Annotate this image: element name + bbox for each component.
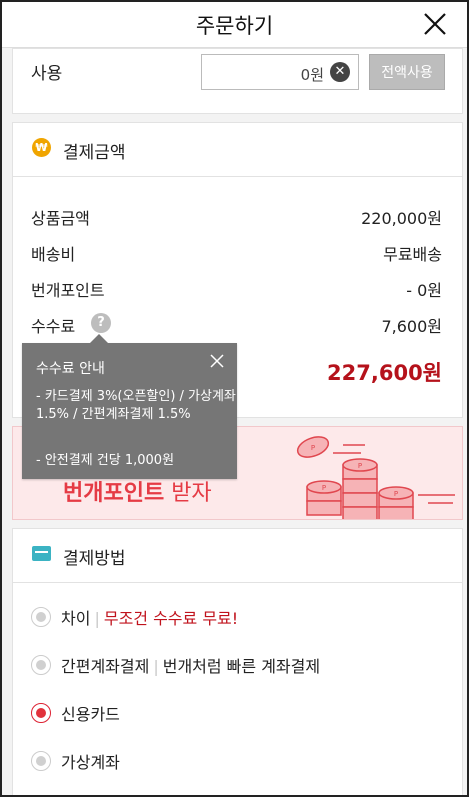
total-amount: 227,600원 [327, 361, 442, 385]
banner-text-bold: 번개포인트 [63, 481, 165, 506]
row-value: 7,600원 [381, 317, 442, 336]
banner-text-light: 받자 [164, 481, 212, 506]
point-use-label: 사용 [31, 64, 63, 84]
row-shipping: 배송비 무료배송 [31, 241, 442, 265]
tooltip-safe-payment: - 안전결제 건당 1,000원 [36, 453, 175, 468]
card-icon [32, 546, 51, 561]
payment-amount-header: ₩ 결제금액 [13, 123, 462, 177]
option-text: 차이 | 무조건 수수료 무료! [61, 609, 239, 628]
payment-amount-title: 결제금액 [63, 143, 126, 163]
won-coin-icon: ₩ [32, 138, 51, 157]
use-all-button[interactable]: 전액사용 [369, 54, 445, 90]
radio-button[interactable] [31, 751, 51, 771]
radio-button[interactable] [31, 607, 51, 627]
payment-method-header: 결제방법 [13, 529, 462, 583]
option-desc: 번개처럼 빠른 계좌결제 [162, 657, 321, 676]
coin-stack-illustration: P P P P [296, 436, 455, 519]
row-label: 번개포인트 [31, 281, 105, 300]
tooltip-fee-rates: - 카드결제 3%(오픈할인) / 가상계좌 1.5% / 간편계좌결제 1.5… [36, 389, 236, 422]
point-use-section: 사용 0원 ✕ 전액사용 [12, 48, 463, 114]
payment-method-section: 결제방법 차이 | 무조건 수수료 무료! 간편계좌결제 | 번개처럼 빠른 계좌결제 … [12, 528, 463, 795]
svg-text:P: P [358, 462, 362, 470]
radio-button[interactable] [31, 655, 51, 675]
point-amount-value: 0원 [300, 66, 324, 84]
option-name: 신용카드 [61, 705, 120, 724]
fee-tooltip: 수수료 안내 - 카드결제 3%(오픈할인) / 가상계좌 1.5% / 간편계… [22, 334, 237, 479]
banner-text: 번개포인트 받자 [63, 475, 212, 507]
tooltip-title: 수수료 안내 [36, 361, 105, 377]
option-desc: 무조건 수수료 무료! [103, 609, 239, 628]
row-label: 배송비 [31, 245, 76, 264]
svg-text:P: P [394, 490, 398, 498]
radio-button-selected[interactable] [31, 703, 51, 723]
question-icon[interactable]: ? [91, 313, 111, 333]
close-icon[interactable] [209, 353, 225, 369]
option-name: 차이 [61, 609, 91, 628]
payment-method-title: 결제방법 [63, 549, 126, 569]
row-points: 번개포인트 - 0원 [31, 277, 442, 301]
row-value: 무료배송 [383, 245, 442, 264]
svg-text:P: P [311, 444, 315, 452]
header: 주문하기 [2, 2, 467, 48]
row-product-amount: 상품금액 220,000원 [31, 205, 442, 229]
row-value: 220,000원 [361, 209, 442, 228]
page-title: 주문하기 [195, 14, 274, 38]
row-label: 상품금액 [31, 209, 90, 228]
option-text: 간편계좌결제 | 번개처럼 빠른 계좌결제 [61, 657, 321, 676]
close-icon[interactable] [421, 10, 449, 38]
option-name: 가상계좌 [61, 753, 120, 772]
clear-icon[interactable]: ✕ [330, 62, 350, 82]
row-label: 수수료 [31, 317, 76, 336]
row-value: - 0원 [406, 281, 442, 300]
point-amount-input[interactable]: 0원 ✕ [201, 54, 359, 90]
option-name: 간편계좌결제 [61, 657, 150, 676]
svg-text:P: P [322, 484, 326, 492]
order-screen: 주문하기 사용 0원 ✕ 전액사용 ₩ 결제금액 상품금액 220,000원 배… [0, 0, 469, 797]
